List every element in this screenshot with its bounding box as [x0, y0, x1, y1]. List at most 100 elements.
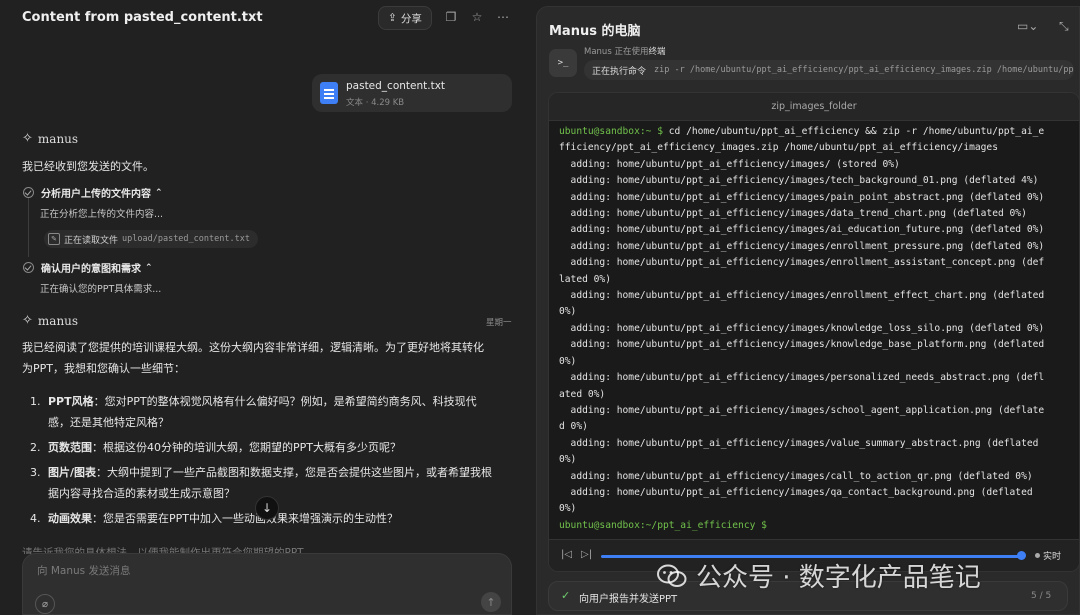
star-icon[interactable]: ☆ [468, 8, 486, 26]
terminal-text: adding: home/ubuntu/ppt_ai_efficiency/im… [559, 158, 900, 170]
terminal-icon: >_ [549, 49, 577, 77]
terminal-output: ubuntu@sandbox:~ $ cd /home/ubuntu/ppt_a… [559, 124, 1071, 534]
collapse-icon[interactable]: ⤡ [1059, 19, 1069, 34]
playback-handle[interactable] [1017, 551, 1026, 560]
check-icon [23, 262, 34, 273]
question-label: 页数范围 [48, 441, 92, 454]
terminal-line: adding: home/ubuntu/ppt_ai_efficiency/im… [559, 337, 1071, 353]
terminal-text: 0%) [559, 355, 577, 367]
attached-file-card[interactable]: pasted_content.txt 文本 · 4.29 KB [312, 74, 512, 112]
step-analyze[interactable]: 分析用户上传的文件内容 ⌃ [23, 185, 163, 200]
msg-line: 为PPT，我想和您确认一些细节： [22, 362, 185, 375]
terminal-line: adding: home/ubuntu/ppt_ai_efficiency/im… [559, 321, 1071, 337]
terminal-line: adding: home/ubuntu/ppt_ai_efficiency/im… [559, 288, 1071, 304]
chat-panel: Content from pasted_content.txt ⇪ 分享 ❐ ☆… [0, 0, 528, 615]
question-text: ：您对PPT的整体视觉风格有什么偏好吗？例如，是希望简约商务风、科技现代 [93, 395, 477, 408]
question-label: 动画效果 [48, 512, 92, 525]
question-label: PPT风格 [48, 395, 94, 408]
share-icon: ⇪ [388, 12, 397, 24]
terminal-text: cd /home/ubuntu/ppt_ai_efficiency && zip… [662, 126, 1045, 137]
msg-line: 我已经阅读了您提供的培训课程大纲。这份大纲内容非常详细，逻辑清晰。为了更好地将其… [22, 341, 484, 354]
terminal-line: fficiency/ppt_ai_efficiency_images.zip /… [559, 140, 1071, 156]
terminal-line: adding: home/ubuntu/ppt_ai_efficiency/im… [559, 469, 1071, 485]
assistant-message-2: 我已经阅读了您提供的培训课程大纲。这份大纲内容非常详细，逻辑清晰。为了更好地将其… [22, 337, 512, 379]
terminal-line: ubuntu@sandbox:~/ppt_ai_efficiency $ [559, 518, 1071, 534]
command-text: zip -r /home/ubuntu/ppt_ai_efficiency/pp… [654, 65, 1074, 75]
terminal-line: adding: home/ubuntu/ppt_ai_efficiency/im… [559, 485, 1071, 501]
skip-forward-icon[interactable]: ▷| [581, 549, 592, 560]
terminal-prompt: ubuntu@sandbox:~/ppt_ai_efficiency $ [559, 519, 767, 531]
question-text: 据内容寻找合适的素材或生成示意图？ [48, 487, 235, 500]
send-button[interactable]: ↑ [481, 592, 501, 612]
file-name: pasted_content.txt [346, 80, 446, 92]
terminal-title: zip_images_folder [549, 93, 1079, 121]
terminal-line: 0%) [559, 501, 1071, 517]
question-num: 4. [30, 512, 41, 525]
terminal-text: adding: home/ubuntu/ppt_ai_efficiency/im… [559, 486, 1033, 498]
paperclip-icon: ⌀ [41, 598, 49, 610]
check-icon [23, 187, 34, 198]
terminal-text: adding: home/ubuntu/ppt_ai_efficiency/im… [559, 470, 1033, 482]
more-icon[interactable]: ⋯ [494, 8, 512, 26]
question-text: ：根据这份40分钟的培训大纲，您期望的PPT大概有多少页呢？ [92, 441, 401, 454]
check-icon: ✓ [561, 589, 571, 602]
brand-name: manus [37, 131, 79, 146]
share-button[interactable]: ⇪ 分享 [378, 6, 432, 30]
current-command: 正在执行命令 zip -r /home/ubuntu/ppt_ai_effici… [584, 60, 1074, 80]
file-edit-icon: ✎ [48, 233, 60, 245]
question-text: 感，还是其他特定风格？ [48, 416, 169, 429]
terminal-line: adding: home/ubuntu/ppt_ai_efficiency/im… [559, 239, 1071, 255]
terminal-text: adding: home/ubuntu/ppt_ai_efficiency/im… [559, 437, 1039, 449]
skip-back-icon[interactable]: |◁ [561, 549, 572, 560]
terminal-line: ubuntu@sandbox:~ $ cd /home/ubuntu/ppt_a… [559, 124, 1071, 140]
terminal-text: adding: home/ubuntu/ppt_ai_efficiency/im… [559, 257, 1045, 269]
terminal-text: adding: home/ubuntu/ppt_ai_efficiency/im… [559, 322, 1045, 334]
chevron-up-icon: ⌃ [145, 262, 153, 273]
terminal-line: 0%) [559, 354, 1071, 370]
terminal-line: d 0%) [559, 419, 1071, 435]
tool-status: Manus 正在使用终端 [584, 45, 665, 57]
terminal-line: adding: home/ubuntu/ppt_ai_efficiency/im… [559, 403, 1071, 419]
message-input[interactable] [35, 564, 479, 578]
terminal-text: adding: home/ubuntu/ppt_ai_efficiency/im… [559, 224, 1045, 236]
display-icon[interactable]: ▭⌄ [1017, 19, 1038, 33]
terminal-line: adding: home/ubuntu/ppt_ai_efficiency/im… [559, 206, 1071, 222]
arrow-up-icon: ↑ [486, 595, 496, 609]
terminal-prompt: ubuntu@sandbox:~ $ [559, 126, 663, 137]
terminal-line: adding: home/ubuntu/ppt_ai_efficiency/im… [559, 222, 1071, 238]
manus-brand: ✧ manus [22, 131, 78, 146]
wechat-logo-icon [657, 564, 687, 587]
step-confirm[interactable]: 确认用户的意图和需求 ⌃ [23, 260, 153, 275]
tool-action: 正在读取文件 [64, 235, 119, 246]
attach-button[interactable]: ⌀ [35, 594, 55, 614]
task-count: 5 / 5 [1031, 591, 1052, 601]
copy-icon[interactable]: ❐ [442, 8, 460, 26]
brand-name: manus [37, 313, 79, 328]
terminal-text: adding: home/ubuntu/ppt_ai_efficiency/im… [559, 208, 1027, 220]
terminal-line: adding: home/ubuntu/ppt_ai_efficiency/im… [559, 173, 1071, 189]
terminal-text: adding: home/ubuntu/ppt_ai_efficiency/im… [559, 240, 1045, 252]
live-indicator[interactable]: 实时 [1035, 549, 1061, 562]
computer-panel-title: Manus 的电脑 [549, 24, 641, 39]
live-label: 实时 [1043, 552, 1062, 562]
terminal-line: 0%) [559, 304, 1071, 320]
scroll-down-button[interactable]: ↓ [255, 496, 279, 520]
message-time: 星期一 [486, 318, 512, 328]
terminal-text: lated 0%) [559, 273, 611, 285]
terminal-text: 0%) [559, 454, 577, 466]
terminal-line: ated 0%) [559, 387, 1071, 403]
manus-logo-icon: ✧ [22, 313, 33, 328]
terminal-line: adding: home/ubuntu/ppt_ai_efficiency/im… [559, 157, 1071, 173]
question-num: 1. [30, 395, 41, 408]
terminal-line: adding: home/ubuntu/ppt_ai_efficiency/im… [559, 190, 1071, 206]
manus-logo-icon: ✧ [22, 131, 33, 146]
tool-path: upload/pasted_content.txt [122, 234, 250, 244]
chat-header: Content from pasted_content.txt ⇪ 分享 ❐ ☆… [22, 6, 522, 30]
terminal-text: adding: home/ubuntu/ppt_ai_efficiency/im… [559, 175, 1039, 187]
tool-read-file[interactable]: ✎ 正在读取文件 upload/pasted_content.txt [44, 230, 258, 248]
terminal-text: adding: home/ubuntu/ppt_ai_efficiency/im… [559, 372, 1045, 384]
step-confirm-sub: 正在确认您的PPT具体需求... [40, 284, 162, 295]
step-line [28, 197, 29, 257]
terminal-line: lated 0%) [559, 272, 1071, 288]
watermark: 公众号 · 数字化产品笔记 [656, 557, 981, 594]
